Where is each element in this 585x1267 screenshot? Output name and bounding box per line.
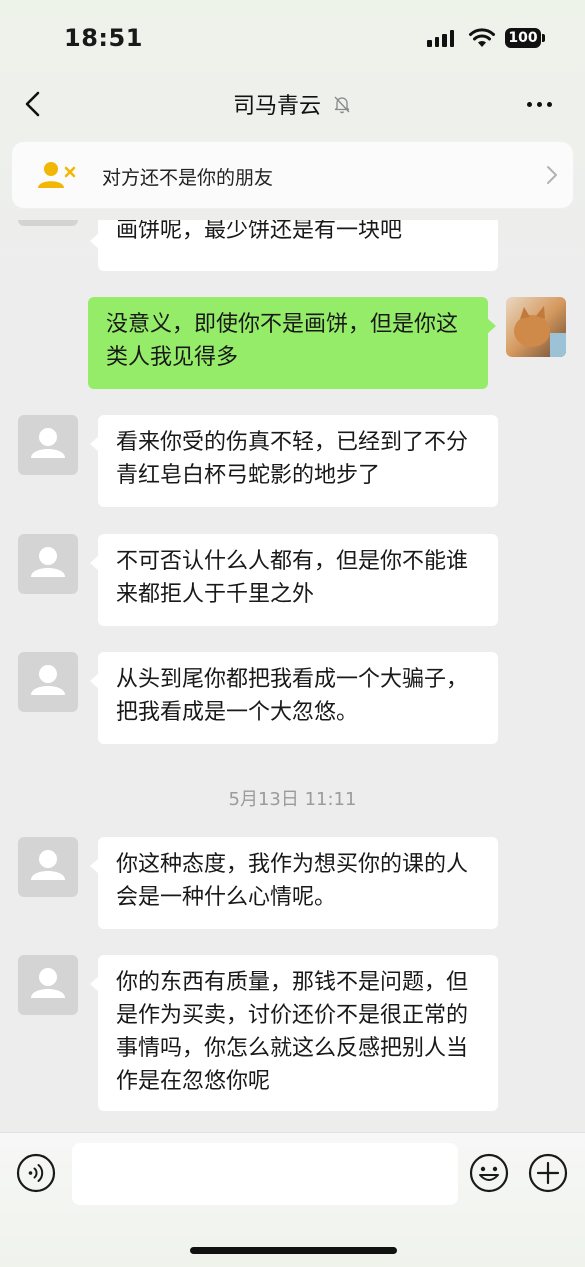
add-contact-icon	[38, 162, 76, 188]
status-time: 18:51	[64, 24, 143, 52]
bell-slash-icon	[334, 96, 350, 114]
contact-avatar[interactable]	[18, 534, 78, 594]
my-avatar[interactable]	[506, 297, 566, 357]
contact-avatar[interactable]	[18, 220, 78, 226]
chat-messages[interactable]: 画饼呢，最少饼还是有一块吧 没意义，即使你不是画饼，但是你这类人我见得多 看来你…	[0, 220, 585, 1130]
default-avatar-icon	[31, 547, 65, 577]
message-timestamp: 5月13日 11:11	[228, 789, 357, 810]
contact-avatar[interactable]	[18, 652, 78, 712]
default-avatar-icon	[31, 428, 65, 458]
notice-text: 对方还不是你的朋友	[102, 167, 274, 189]
wifi-icon	[469, 28, 495, 47]
nav-bar: 司马青云	[0, 80, 585, 130]
message-bubble-incoming[interactable]: 从头到尾你都把我看成一个大骗子，把我看成是一个大忽悠。	[90, 652, 498, 744]
cellular-signal-icon	[427, 30, 454, 47]
cat-photo-avatar	[506, 297, 566, 357]
default-avatar-icon	[31, 968, 65, 998]
default-avatar-icon	[31, 665, 65, 695]
message-input[interactable]	[72, 1143, 458, 1205]
status-bar: 18:51 100	[0, 0, 585, 80]
contact-avatar[interactable]	[18, 415, 78, 475]
plus-icon[interactable]	[528, 1153, 568, 1193]
home-indicator	[190, 1247, 397, 1254]
message-bubble-incoming[interactable]: 你这种态度，我作为想买你的课的人会是一种什么心情呢。	[90, 837, 498, 929]
default-avatar-icon	[31, 850, 65, 880]
ellipsis-icon[interactable]	[527, 90, 559, 118]
message-bubble-incoming[interactable]: 画饼呢，最少饼还是有一块吧	[90, 220, 498, 271]
message-bubble-incoming[interactable]: 看来你受的伤真不轻，已经到了不分青红皂白杯弓蛇影的地步了	[90, 415, 498, 507]
battery-indicator: 100	[505, 28, 545, 48]
contact-avatar[interactable]	[18, 955, 78, 1015]
chat-title[interactable]: 司马青云	[233, 94, 321, 119]
not-friend-notice[interactable]: 对方还不是你的朋友	[12, 142, 573, 208]
emoji-icon[interactable]	[469, 1153, 509, 1193]
voice-icon[interactable]	[16, 1153, 56, 1193]
input-bar	[0, 1132, 585, 1267]
default-avatar-icon	[18, 220, 78, 226]
message-bubble-incoming[interactable]: 你的东西有质量，那钱不是问题，但是作为买卖，讨价还价不是很正常的事情吗，你怎么就…	[90, 955, 498, 1111]
contact-avatar[interactable]	[18, 837, 78, 897]
chevron-right-icon	[547, 166, 557, 184]
message-bubble-incoming[interactable]: 不可否认什么人都有，但是你不能谁来都拒人于千里之外	[90, 534, 498, 626]
chat-title-wrap: 司马青云	[0, 88, 585, 120]
message-bubble-outgoing[interactable]: 没意义，即使你不是画饼，但是你这类人我见得多	[88, 297, 496, 389]
